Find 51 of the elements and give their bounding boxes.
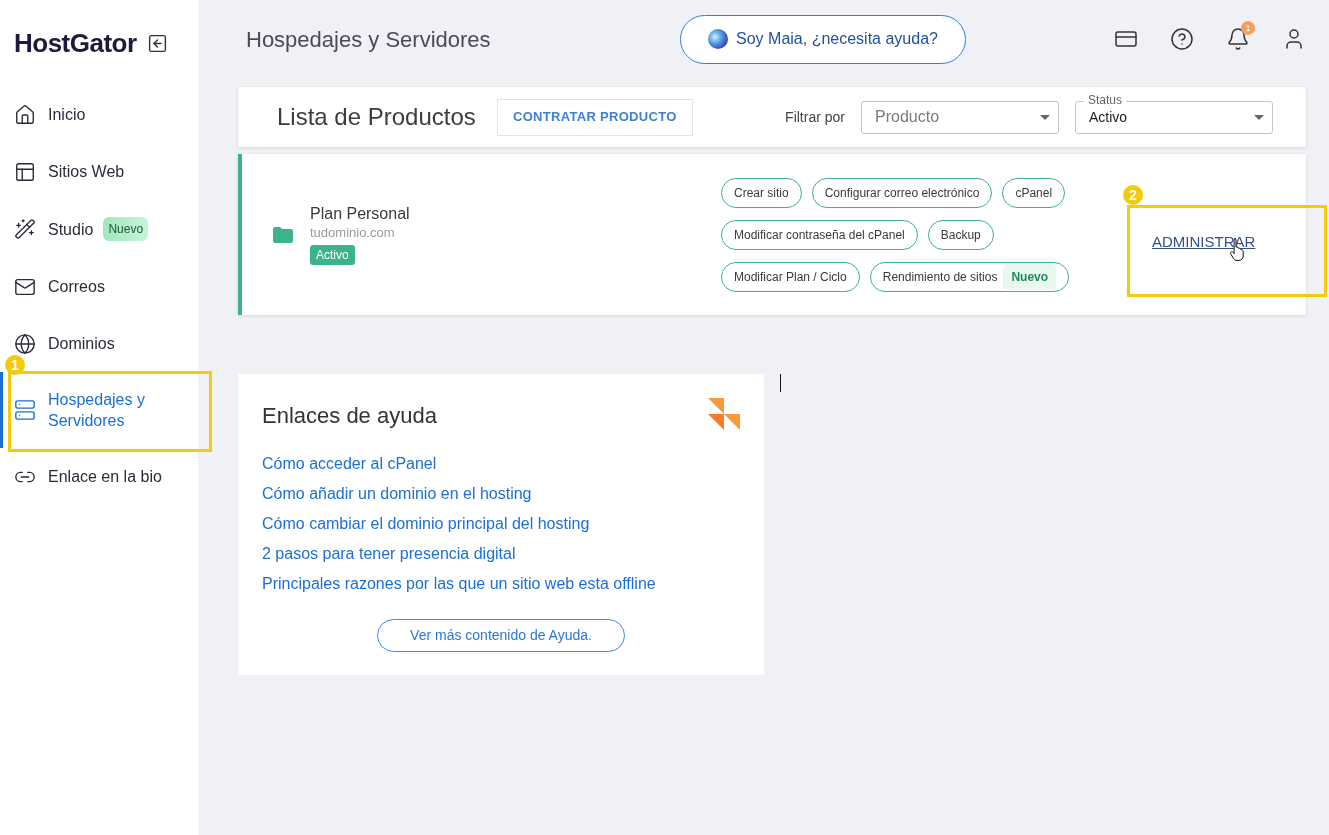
step-badge: 1 <box>5 355 25 375</box>
help-link[interactable]: Cómo cambiar el dominio principal del hosting <box>262 513 590 535</box>
nav-item[interactable]: Hospedajes y Servidores <box>14 389 168 431</box>
dropdown-caret-icon <box>1254 114 1264 120</box>
help-link[interactable]: Principales razones por las que un sitio web esta offline <box>262 573 656 595</box>
domain-text: tudominio.com <box>310 224 395 242</box>
globe-icon <box>14 332 36 355</box>
help-link[interactable]: Cómo añadir un dominio en el hosting <box>262 483 532 505</box>
action-chip[interactable]: Modificar Plan / Ciclo <box>721 261 860 292</box>
more-help-button[interactable]: Ver más contenido de Ayuda. <box>377 619 625 652</box>
step-badge: 2 <box>1123 184 1143 205</box>
assistant-button[interactable]: Soy Maia, ¿necesita ayuda? <box>680 14 966 64</box>
nav-item[interactable]: Studio <box>14 218 94 240</box>
page-title: Hospedajes y Servidores <box>245 25 492 54</box>
help-link[interactable]: Cómo acceder al cPanel <box>262 453 437 475</box>
help-icon[interactable] <box>1170 27 1194 51</box>
plan-name: Plan Personal <box>310 204 410 224</box>
nav-item[interactable]: Correos <box>14 275 105 298</box>
action-chip[interactable]: Backup <box>927 219 994 250</box>
nav-item[interactable]: Dominios <box>14 332 115 355</box>
layout-icon <box>14 160 36 183</box>
orb-icon <box>708 29 729 49</box>
nav-item[interactable]: Enlace en la bio <box>14 465 162 488</box>
text-cursor-icon <box>780 374 781 392</box>
logo: HostGator <box>14 26 137 60</box>
new-badge: Nuevo <box>103 217 149 241</box>
folder-icon <box>273 226 293 243</box>
home-icon <box>14 103 36 126</box>
section-title: Lista de Productos <box>277 102 476 132</box>
dropdown-caret-icon <box>1040 114 1050 120</box>
select-label: Status <box>1084 92 1127 107</box>
notification-bell-icon[interactable] <box>1226 27 1250 51</box>
filter-label: Filtrar por <box>785 107 845 127</box>
notification-count: 1 <box>1241 21 1255 35</box>
server-icon <box>14 399 36 421</box>
product-select[interactable]: Producto <box>861 100 1059 134</box>
action-chip[interactable]: Configurar correo electrónico <box>811 177 993 208</box>
triangles-logo-icon <box>708 398 740 430</box>
nav-item[interactable]: Sitios Web <box>14 160 125 183</box>
hire-product-button[interactable]: CONTRATAR PRODUCTO <box>496 98 693 136</box>
status-badge: Activo <box>310 245 355 265</box>
action-chip[interactable]: Rendimiento de sitios Nuevo <box>869 261 1070 292</box>
magic-wand-icon <box>14 218 36 240</box>
action-chip[interactable]: Modificar contraseña del cPanel <box>721 219 918 250</box>
help-link[interactable]: 2 pasos para tener presencia digital <box>262 543 516 565</box>
action-chip[interactable]: cPanel <box>1002 177 1066 208</box>
collapse-sidebar-icon[interactable] <box>146 32 168 54</box>
nav-item[interactable]: Inicio <box>14 103 86 126</box>
new-badge: Nuevo <box>1003 263 1057 290</box>
action-chip[interactable]: Crear sitio <box>721 177 802 208</box>
help-title: Enlaces de ayuda <box>262 402 437 429</box>
